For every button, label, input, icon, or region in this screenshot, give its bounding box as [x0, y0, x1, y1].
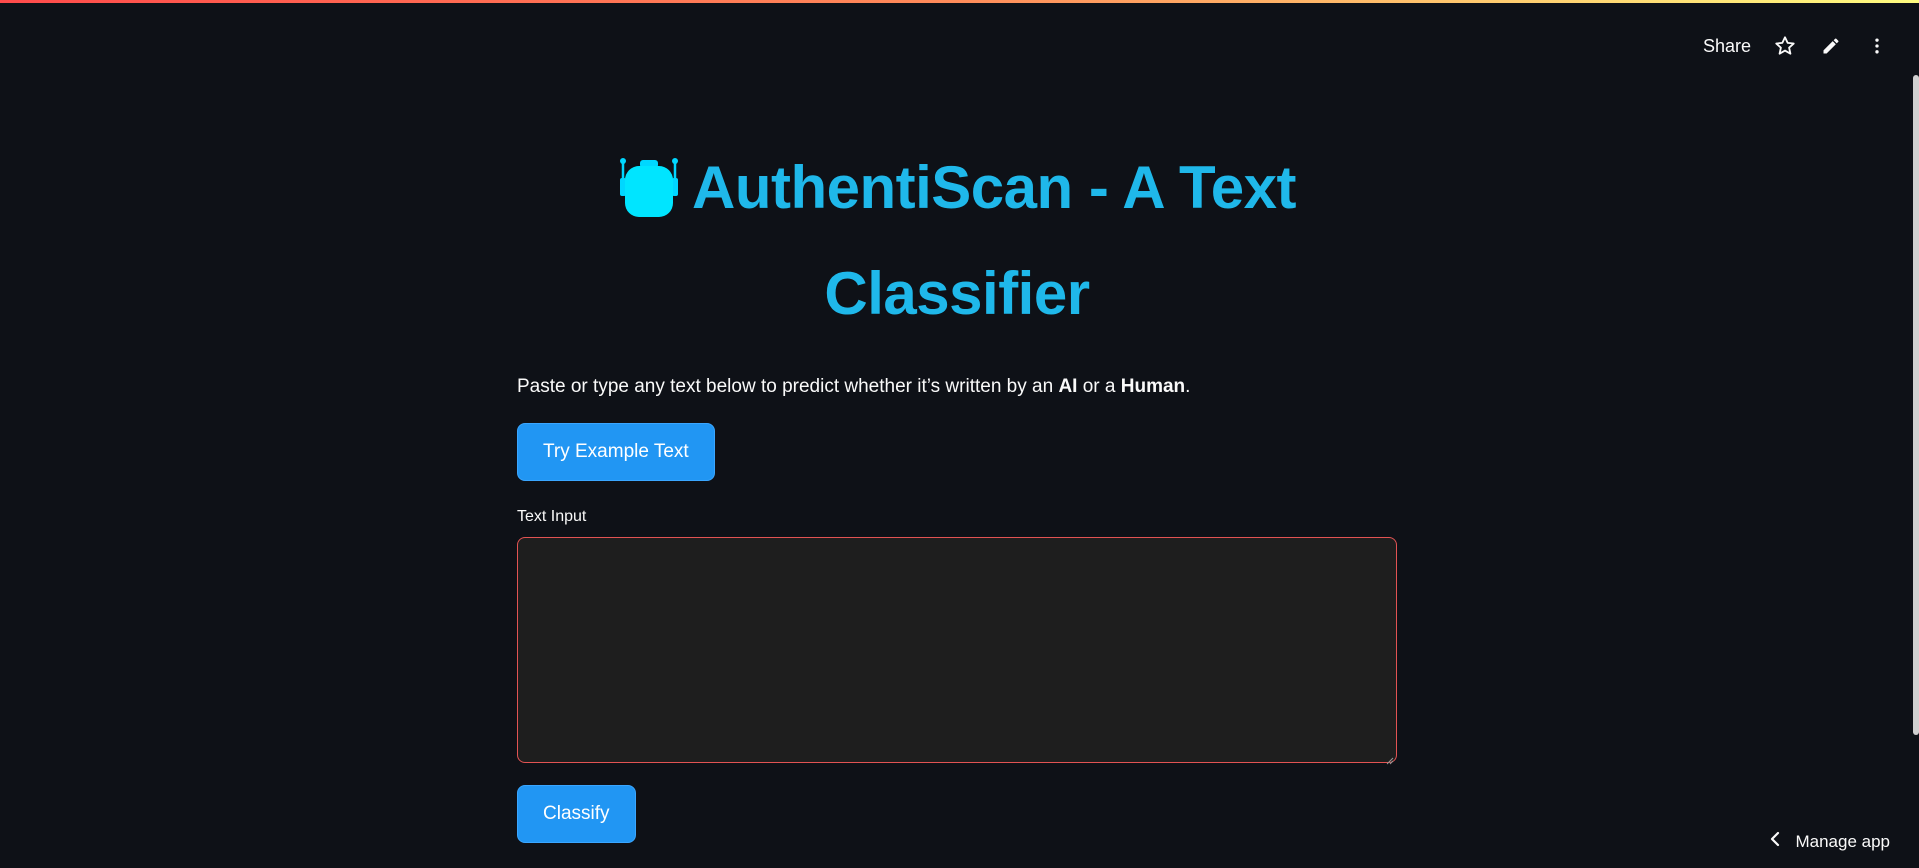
- text-input-area[interactable]: [517, 537, 1397, 763]
- try-example-text-button[interactable]: Try Example Text: [517, 423, 715, 481]
- page-scrollbar[interactable]: [1913, 75, 1919, 735]
- description-text: Paste or type any text below to predict …: [517, 376, 1191, 397]
- text-input-label: Text Input: [517, 508, 587, 525]
- title-text: AuthentiScan - A Text Classifier: [692, 154, 1296, 327]
- main-content: AuthentiScan - A Text Classifier Paste o…: [517, 140, 1397, 843]
- top-decoration-bar: [0, 0, 1919, 3]
- text-input-wrapper: [517, 537, 1397, 765]
- pencil-icon[interactable]: [1819, 34, 1843, 58]
- chevron-left-icon: [1769, 831, 1781, 852]
- classify-button[interactable]: Classify: [517, 785, 636, 843]
- robot-icon: [618, 150, 680, 246]
- more-vertical-icon[interactable]: [1865, 34, 1889, 58]
- page-title: AuthentiScan - A Text Classifier: [517, 140, 1397, 342]
- star-icon[interactable]: [1773, 34, 1797, 58]
- manage-app-button[interactable]: Manage app: [1769, 831, 1890, 852]
- share-button[interactable]: Share: [1703, 36, 1751, 57]
- manage-app-label: Manage app: [1795, 831, 1890, 851]
- resize-handle-icon[interactable]: [1386, 752, 1394, 765]
- app-header: Share: [1703, 30, 1889, 62]
